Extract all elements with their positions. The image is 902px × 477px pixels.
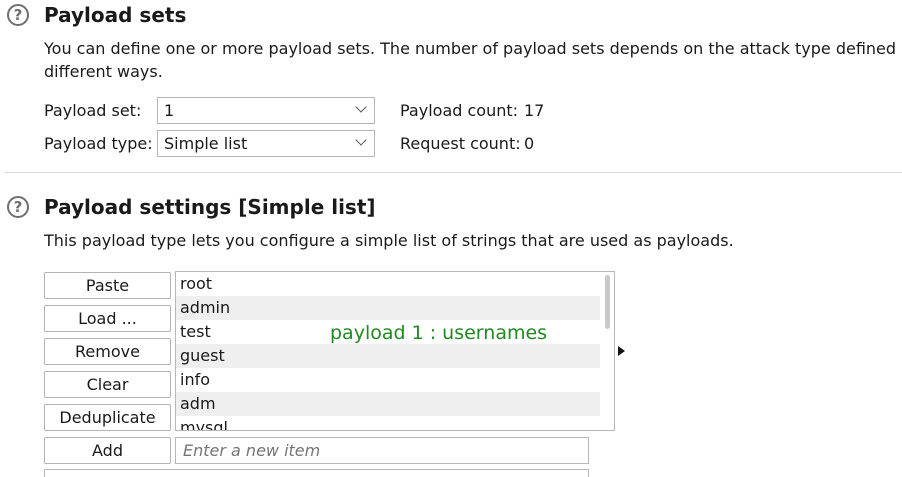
list-item[interactable]: guest [176,344,600,368]
help-icon[interactable]: ? [7,4,29,26]
load-button[interactable]: Load ... [44,305,171,332]
payload-set-value: 1 [164,101,175,120]
new-item-input[interactable] [175,437,589,464]
payload-settings-description: This payload type lets you configure a s… [44,231,734,250]
payload-sets-title: Payload sets [44,3,187,27]
add-button[interactable]: Add [44,437,171,464]
payload-set-label: Payload set: [44,101,142,120]
remove-button[interactable]: Remove [44,338,171,365]
arrow-right-icon[interactable] [618,346,625,356]
payload-sets-description-line2: different ways. [44,62,163,81]
payload-list[interactable]: root admin test guest info adm mysql [175,271,615,431]
next-row-partial [44,469,589,477]
request-count-value: 0 [524,134,535,153]
list-item[interactable]: mysql [176,416,600,430]
section-divider [5,172,902,173]
payload-settings-title: Payload settings [Simple list] [44,195,376,219]
payload-sets-description-line1: You can define one or more payload sets.… [44,39,902,58]
payload-count-label: Payload count: [400,101,519,120]
paste-button[interactable]: Paste [44,272,171,299]
annotation-text: payload 1 : usernames [330,322,548,344]
payload-type-value: Simple list [164,134,248,153]
help-icon[interactable]: ? [7,196,29,218]
list-scrollbar[interactable] [605,275,610,329]
payload-count-value: 17 [524,101,545,120]
list-item[interactable]: info [176,368,600,392]
list-item[interactable]: root [176,272,600,296]
payload-type-label: Payload type: [44,134,153,153]
clear-button[interactable]: Clear [44,371,171,398]
list-item[interactable]: adm [176,392,600,416]
chevron-down-icon [355,134,367,146]
request-count-label: Request count: [400,134,521,153]
payload-set-select[interactable]: 1 [157,97,375,124]
chevron-down-icon [355,101,367,113]
payload-type-select[interactable]: Simple list [157,130,375,157]
deduplicate-button[interactable]: Deduplicate [44,404,171,431]
list-item[interactable]: admin [176,296,600,320]
